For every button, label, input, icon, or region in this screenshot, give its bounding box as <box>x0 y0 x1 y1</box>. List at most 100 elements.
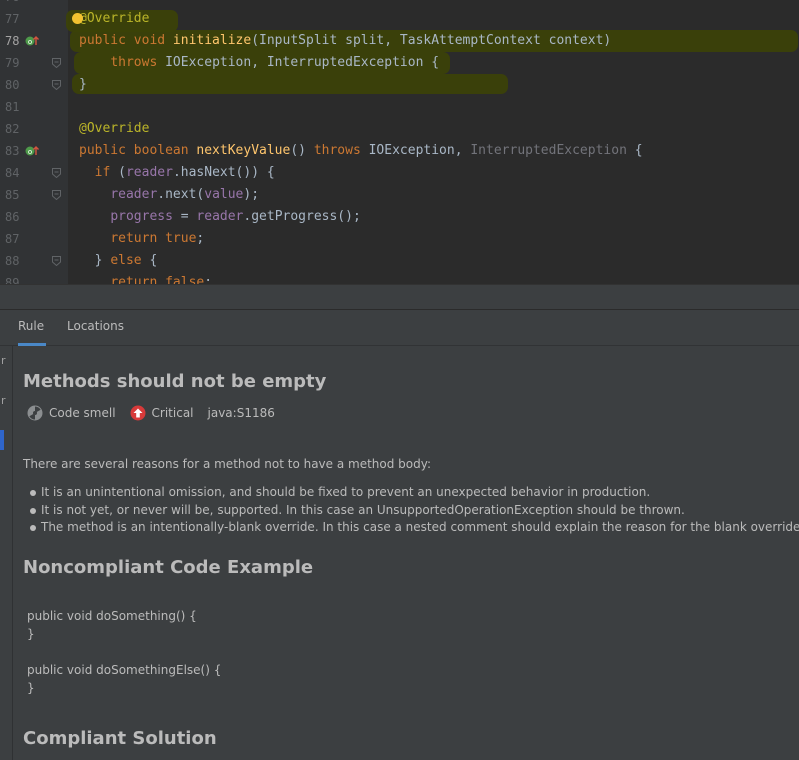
code-smell-icon <box>27 405 43 421</box>
code-token: return false <box>110 275 205 284</box>
line-number[interactable]: 86 <box>5 206 29 228</box>
code-token: else <box>110 253 150 268</box>
tab-locations[interactable]: Locations <box>67 310 124 346</box>
code-line[interactable]: 82 @Override <box>0 118 799 140</box>
line-number[interactable]: 77 <box>5 8 29 30</box>
line-number[interactable]: 79 <box>5 52 29 74</box>
issue-item-fragment[interactable]: r <box>1 354 6 367</box>
code-token: { <box>149 253 158 268</box>
line-number[interactable]: 82 <box>5 118 29 140</box>
code-editor[interactable]: 7677@Override78opublic void initialize(I… <box>0 0 799 284</box>
code-text[interactable]: reader.next(value); <box>79 184 259 206</box>
svg-text:o: o <box>28 38 32 46</box>
rule-key: java:S1186 <box>207 406 275 420</box>
code-token: @Override <box>79 121 150 136</box>
code-line[interactable]: 86 progress = reader.getProgress(); <box>0 206 799 228</box>
line-number[interactable]: 85 <box>5 184 29 206</box>
code-line[interactable]: 89 return false; <box>0 272 799 284</box>
code-line[interactable]: 79 throws IOException, InterruptedExcept… <box>0 52 799 74</box>
code-token: () <box>290 143 314 158</box>
fold-toggle-icon[interactable] <box>52 168 61 178</box>
code-text[interactable]: } else { <box>79 250 158 272</box>
code-line[interactable]: 76 <box>0 0 799 8</box>
code-text[interactable]: @Override <box>79 118 149 140</box>
override-marker-icon[interactable]: o <box>25 35 39 47</box>
code-token: } <box>79 77 87 92</box>
code-token: IOException, InterruptedException { <box>165 55 440 70</box>
code-line[interactable]: 77 @Override <box>0 8 799 30</box>
code-token: IOException, <box>368 143 471 158</box>
code-token: throws <box>313 143 369 158</box>
code-text[interactable]: return true; <box>79 228 204 250</box>
code-line[interactable]: 80} <box>0 74 799 96</box>
code-token: InterruptedException <box>470 143 627 158</box>
code-token: value <box>204 187 244 202</box>
line-number[interactable]: 76 <box>5 0 29 8</box>
code-text[interactable]: return false; <box>79 272 212 284</box>
code-line[interactable]: 84 if (reader.hasNext()) { <box>0 162 799 184</box>
code-text[interactable]: } <box>79 74 87 96</box>
list-item: It is not yet, or never will be, support… <box>30 502 799 520</box>
code-token: nextKeyValue <box>196 143 291 158</box>
list-item: The method is an intentionally-blank ove… <box>30 519 799 537</box>
line-number[interactable]: 88 <box>5 250 29 272</box>
code-token: public void <box>79 33 173 48</box>
rule-description: Methods should not be empty Code smell C… <box>13 346 799 760</box>
critical-severity-icon <box>130 405 146 421</box>
code-text[interactable]: progress = reader.getProgress(); <box>79 206 360 228</box>
override-marker-icon[interactable]: o <box>25 145 39 157</box>
code-token: reader <box>125 165 173 180</box>
code-line[interactable]: 88 } else { <box>0 250 799 272</box>
noncompliant-code-line: } <box>27 627 35 641</box>
line-number[interactable]: 84 <box>5 162 29 184</box>
code-text[interactable]: throws IOException, InterruptedException… <box>79 52 439 74</box>
fold-toggle-icon[interactable] <box>52 58 61 68</box>
issues-list-strip[interactable]: r r <box>0 346 13 760</box>
rule-meta: Code smell Critical java:S1186 <box>27 402 289 424</box>
selected-issue-indicator <box>0 430 4 450</box>
panel-splitter[interactable] <box>0 284 799 310</box>
code-token: { <box>626 143 643 158</box>
rule-severity-label: Critical <box>151 406 194 420</box>
line-number[interactable]: 81 <box>5 96 29 118</box>
code-token: public boolean <box>79 143 197 158</box>
fold-toggle-icon[interactable] <box>52 190 61 200</box>
rule-severity: Critical <box>130 405 194 421</box>
svg-text:o: o <box>28 148 32 156</box>
code-token: ( <box>118 165 126 180</box>
code-text[interactable]: @Override <box>79 8 149 30</box>
rule-type-label: Code smell <box>49 406 116 420</box>
fold-toggle-icon[interactable] <box>52 256 61 266</box>
code-token: throws <box>110 55 166 70</box>
code-line[interactable]: 81 <box>0 96 799 118</box>
code-text[interactable]: if (reader.hasNext()) { <box>79 162 275 184</box>
code-token: initialize <box>172 33 252 48</box>
code-text[interactable]: public boolean nextKeyValue() throws IOE… <box>79 140 643 162</box>
reasons-list: It is an unintentional omission, and sho… <box>30 484 799 537</box>
code-line[interactable]: 78 o public void initialize(InputSplit spl… <box>0 30 799 52</box>
rule-title: Methods should not be empty <box>23 371 327 392</box>
code-token: if <box>94 165 119 180</box>
code-token: ; <box>196 231 205 246</box>
line-number[interactable]: 80 <box>5 74 29 96</box>
code-text[interactable]: public void initialize(InputSplit split,… <box>79 30 611 52</box>
rule-type: Code smell <box>27 405 116 421</box>
line-number[interactable]: 87 <box>5 228 29 250</box>
line-number[interactable]: 89 <box>5 272 29 284</box>
fold-toggle-icon[interactable] <box>52 80 61 90</box>
noncompliant-code-line: } <box>27 681 35 695</box>
code-token: } <box>79 253 111 268</box>
code-line[interactable]: 87 return true; <box>0 228 799 250</box>
issue-item-fragment[interactable]: r <box>1 394 6 407</box>
code-token: ; <box>204 275 213 284</box>
code-token: @Override <box>79 11 150 26</box>
lightbulb-icon[interactable] <box>72 13 83 24</box>
tab-rule[interactable]: Rule <box>18 310 46 346</box>
code-line[interactable]: 83 o public boolean nextKeyValue() throws … <box>0 140 799 162</box>
code-token: progress <box>110 209 173 224</box>
code-line[interactable]: 85 reader.next(value); <box>0 184 799 206</box>
